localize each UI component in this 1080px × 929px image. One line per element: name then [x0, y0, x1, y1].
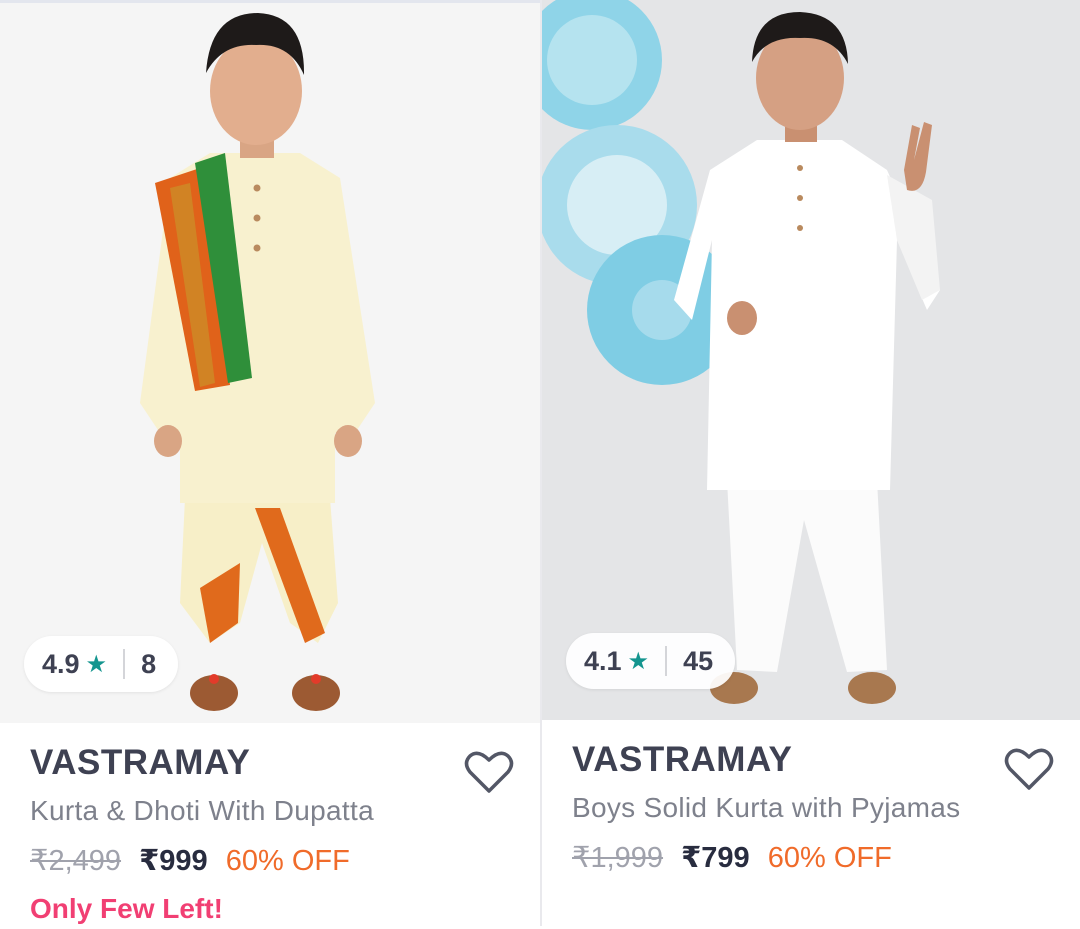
original-price: ₹1,999	[572, 842, 664, 874]
star-icon: ★	[627, 647, 650, 675]
price-row: ₹2,499 ₹999 60% OFF	[30, 843, 350, 878]
sale-price: ₹799	[681, 842, 750, 874]
rating-badge: 4.1 ★ 45	[566, 633, 736, 689]
heart-icon[interactable]	[1004, 746, 1054, 792]
discount-label: 60% OFF	[767, 842, 892, 874]
brand-name: VASTRAMAY	[572, 740, 793, 779]
product-info: VASTRAMAY Boys Solid Kurta with Pyjamas …	[542, 720, 1080, 926]
rating-badge: 4.9 ★ 8	[24, 636, 179, 692]
rating-count: 8	[141, 648, 157, 679]
sale-price: ₹999	[139, 845, 208, 877]
product-card[interactable]: 4.1 ★ 45 VASTRAMAY Boys Solid Kurta with…	[540, 0, 1080, 926]
rating-divider	[665, 646, 668, 676]
product-card[interactable]: 4.9 ★ 8 VASTRAMAY Kurta & Dhoti With Dup…	[0, 0, 540, 926]
brand-name: VASTRAMAY	[30, 743, 251, 782]
rating-count: 45	[683, 645, 714, 676]
product-image[interactable]	[542, 0, 1080, 720]
original-price: ₹2,499	[30, 845, 122, 877]
star-icon: ★	[85, 650, 108, 678]
product-info: VASTRAMAY Kurta & Dhoti With Dupatta ₹2,…	[0, 723, 540, 929]
rating-value: 4.1	[584, 645, 622, 676]
stock-note: Only Few Left!	[30, 893, 223, 924]
rating-value: 4.9	[42, 648, 80, 679]
discount-label: 60% OFF	[225, 845, 350, 877]
product-image[interactable]	[0, 3, 540, 723]
rating-divider	[123, 649, 126, 679]
product-title: Boys Solid Kurta with Pyjamas	[572, 792, 961, 823]
product-grid: 4.9 ★ 8 VASTRAMAY Kurta & Dhoti With Dup…	[0, 0, 1080, 926]
price-row: ₹1,999 ₹799 60% OFF	[572, 840, 892, 875]
heart-icon[interactable]	[464, 749, 514, 795]
product-title: Kurta & Dhoti With Dupatta	[30, 795, 374, 826]
